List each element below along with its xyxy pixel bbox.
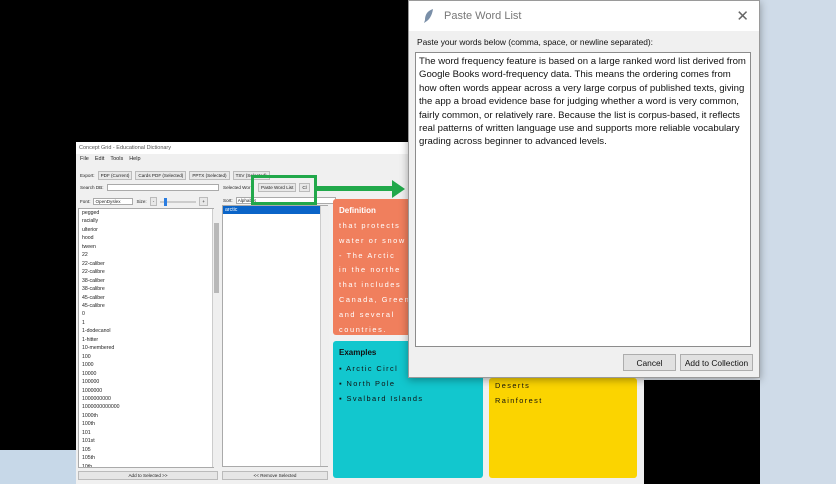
word-list-item[interactable]: 22-caliber [82, 260, 213, 268]
size-label: Size: [136, 199, 147, 204]
word-list-item[interactable]: 1000000000 [82, 395, 213, 403]
dialog-title: Paste Word List [444, 10, 522, 22]
selected-words-text: Selected Wor [223, 185, 251, 190]
font-select[interactable]: OpenDyslex [93, 198, 134, 205]
export-cards-button[interactable]: Cards PDF (Selected) [135, 171, 187, 180]
word-list-item[interactable]: hood [82, 234, 213, 242]
sort-label: Sort: [223, 198, 233, 203]
word-list-item[interactable]: 1-hitter [82, 336, 213, 344]
word-list-item[interactable]: 1 [82, 319, 213, 327]
selected-item-arctic[interactable]: arctic [223, 206, 327, 215]
font-label: Font: [80, 199, 91, 204]
desktop-right [760, 0, 836, 484]
word-list[interactable]: pegged racially ulterior hood tween 22 22-cali… [78, 208, 214, 468]
arrow-head-icon [392, 180, 405, 198]
word-list-scrollbar[interactable] [212, 209, 220, 467]
word-list-textarea[interactable]: The word frequency feature is based on a… [415, 52, 751, 347]
word-list-item[interactable]: 1-dodecanol [82, 327, 213, 335]
word-list-item[interactable]: 1000000000000 [82, 403, 213, 411]
word-list-item[interactable]: ulterior [82, 226, 213, 234]
search-row: Search DB: [80, 184, 219, 191]
card-item: Deserts [495, 381, 531, 390]
word-list-item[interactable]: 10000 [82, 370, 213, 378]
size-plus-button[interactable]: + [199, 197, 208, 206]
add-to-collection-button[interactable]: Add to Collection [680, 354, 753, 371]
word-list-item[interactable]: 1000th [82, 412, 213, 420]
menu-edit[interactable]: Edit [95, 156, 104, 162]
paste-word-list-dialog: Paste Word List ✕ Paste your words below… [408, 0, 760, 378]
example-item: ▪ Svalbard Islands [339, 394, 424, 403]
word-list-item[interactable]: 100th [82, 420, 213, 428]
word-list-item[interactable]: 0 [82, 310, 213, 318]
word-list-item[interactable]: 38-caliber [82, 277, 213, 285]
word-list-item[interactable]: 45-calibre [82, 302, 213, 310]
export-label: Export: [80, 173, 95, 178]
dialog-prompt: Paste your words below (comma, space, or… [417, 37, 654, 47]
word-list-item[interactable]: tween [82, 243, 213, 251]
arrow-line [317, 186, 393, 191]
desktop-left [0, 0, 76, 484]
antonym-card: Deserts Rainforest [489, 378, 637, 478]
desktop-black-lower [644, 380, 760, 484]
dialog-titlebar: Paste Word List [409, 1, 759, 31]
desktop-black [76, 0, 416, 142]
search-label: Search DB: [80, 185, 104, 190]
example-item: ▪ North Pole [339, 379, 396, 388]
word-list-item[interactable]: 101 [82, 429, 213, 437]
word-list-item[interactable]: racially [82, 217, 213, 225]
selected-list[interactable]: arctic [222, 205, 328, 467]
word-list-item[interactable]: pegged [82, 209, 213, 217]
close-icon[interactable]: ✕ [736, 7, 749, 25]
word-list-item[interactable]: 101st [82, 437, 213, 445]
word-list-item[interactable]: 22 [82, 251, 213, 259]
example-text: Svalbard Islands [346, 394, 424, 403]
size-slider[interactable] [160, 197, 197, 206]
word-list-item[interactable]: 100 [82, 353, 213, 361]
export-row: Export: PDF (Current) Cards PDF (Selecte… [80, 171, 270, 180]
export-pdf-button[interactable]: PDF (Current) [97, 171, 133, 180]
menu-file[interactable]: File [80, 156, 89, 162]
word-list-item[interactable]: 22-calibre [82, 268, 213, 276]
word-list-item[interactable]: 105 [82, 446, 213, 454]
card-item: Rainforest [495, 396, 543, 405]
menu-tools[interactable]: Tools [110, 156, 123, 162]
search-input[interactable] [106, 184, 219, 191]
cancel-button[interactable]: Cancel [623, 354, 676, 371]
size-minus-button[interactable]: - [149, 197, 158, 206]
highlight-box [251, 175, 317, 205]
scroll-thumb[interactable] [214, 223, 219, 293]
word-list-item[interactable]: 38-calibre [82, 285, 213, 293]
word-list-item[interactable]: 105th [82, 454, 213, 462]
selected-scrollbar[interactable] [320, 206, 329, 466]
example-text: Arctic Circl [346, 364, 399, 373]
word-list-item[interactable]: 1000 [82, 361, 213, 369]
word-list-item[interactable]: 10-membered [82, 344, 213, 352]
add-to-selected-button[interactable]: Add to Selected >> [78, 471, 218, 480]
taskbar-strip [0, 450, 76, 484]
export-pptx-button[interactable]: PPTX (Selected) [189, 171, 230, 180]
example-text: North Pole [346, 379, 396, 388]
word-list-item[interactable]: 45-caliber [82, 294, 213, 302]
size-slider-handle[interactable] [164, 197, 168, 206]
word-list-item[interactable]: 100000 [82, 378, 213, 386]
word-list-item[interactable]: 10th [82, 463, 213, 467]
font-row: Font: OpenDyslex Size: - + [80, 197, 208, 206]
feather-icon [424, 9, 433, 23]
menu-help[interactable]: Help [129, 156, 140, 162]
selected-words-label: Selected Wor [223, 185, 251, 190]
remove-selected-button[interactable]: << Remove Selected [222, 471, 328, 480]
word-list-item[interactable]: 1000000 [82, 387, 213, 395]
